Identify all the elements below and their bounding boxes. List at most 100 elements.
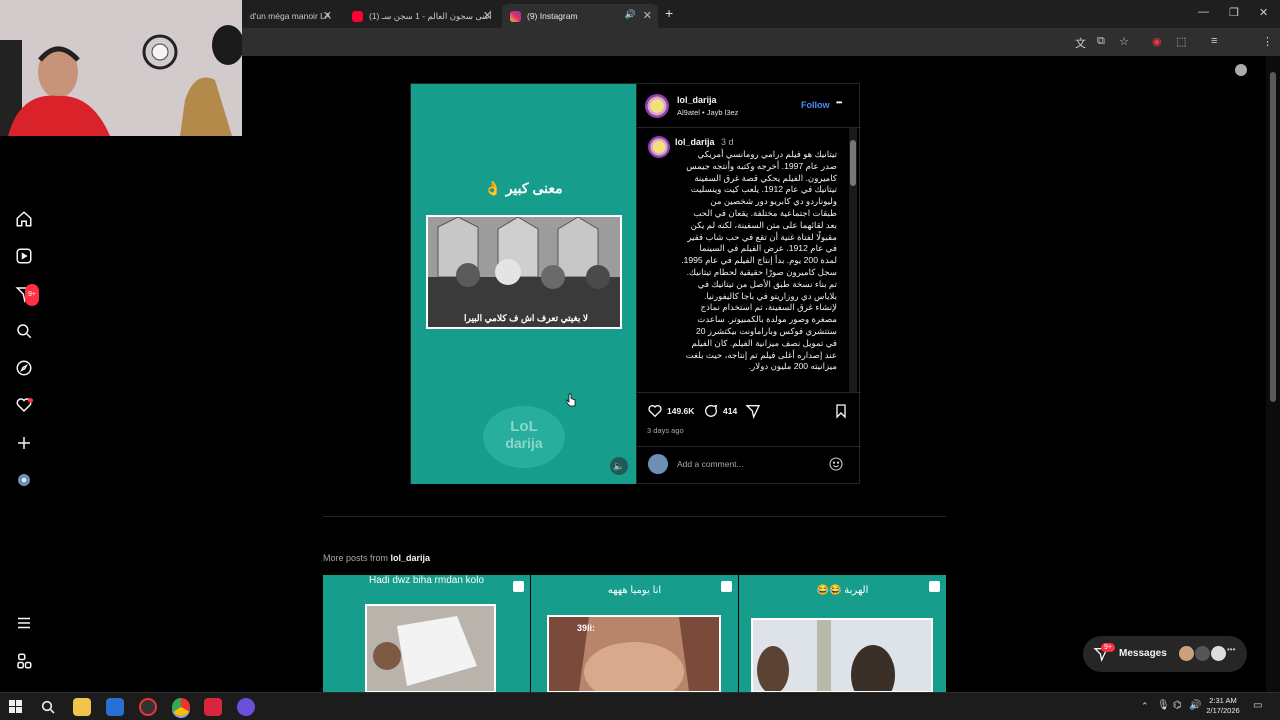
caption-line: مقبولًا لفتاة غنية أن تقع في حب شاب فقير [687,231,837,242]
volume-icon[interactable]: 🔊 [1189,700,1201,711]
caption-avatar[interactable] [648,136,670,158]
app-icon[interactable] [139,698,157,716]
new-tab-button[interactable]: + [665,5,673,21]
caption-scrollbar[interactable] [849,128,857,392]
caption-line: وليوناردو دي كابريو دور شخصين من [710,196,837,207]
nav-home-icon[interactable] [14,210,34,230]
page-scroll-thumb[interactable] [1270,72,1276,402]
caption-line: تيتانيك هو فيلم درامي رومانسي أمريكي [697,149,837,159]
clock-time: 2:31 AM [1209,696,1237,705]
extensions-puzzle-icon[interactable]: ⬚ [1176,35,1186,48]
profile-avatar-icon[interactable] [1235,64,1247,76]
tile-image [751,618,933,693]
tab-title: d'un méga manoir LA [250,11,331,21]
chrome-menu-icon[interactable]: ⋮ [1262,35,1273,48]
lol-darija-watermark-logo: LoL darija [483,406,565,468]
caption-line: بلاياس دي روزاريتو في باجا كاليفورنيا. [704,290,837,301]
bookmark-star-icon[interactable]: ☆ [1119,35,1129,48]
share-icon[interactable] [745,403,761,419]
page-scrollbar[interactable] [1266,56,1280,692]
close-window-button[interactable]: ✕ [1259,6,1268,19]
more-post-tile[interactable]: الهربة 😂😂 [739,575,946,693]
caption-scroll-thumb[interactable] [850,140,856,186]
author-username[interactable]: lol_darija [677,95,717,105]
nav-more-icon[interactable] [14,614,34,634]
mouse-cursor-icon [566,393,576,407]
nav-explore-icon[interactable] [14,359,34,379]
nav-notifications-icon[interactable] [14,396,34,416]
author-avatar[interactable] [645,94,669,118]
taskbar-search-icon[interactable] [40,699,56,715]
translate-icon[interactable]: 文 [1075,35,1086,51]
tab-close-icon[interactable]: ✕ [323,9,332,22]
browser-tab[interactable]: d'un méga manoir LA ✕ [242,4,338,28]
caption-line: مصغرة وصور مولدة بالكمبيوتر. ساعدت [697,314,837,325]
caption-line: كاميرون. الفيلم يحكي قصة غرق السفينة [694,172,837,183]
more-posts-author[interactable]: lol_darija [391,553,431,563]
caption-line: ميزانيته 200 مليون دولار. [748,361,837,372]
messages-button[interactable]: 9+ Messages ••• [1083,636,1247,672]
emoji-icon[interactable] [828,456,844,472]
save-bookmark-icon[interactable] [833,403,849,419]
nav-direct-icon[interactable]: 9+ [14,284,39,306]
network-icon[interactable]: ⌬ [1173,700,1182,711]
tab-close-icon[interactable]: ✕ [483,9,492,22]
clock[interactable]: 2:31 AM 2/17/2026 [1203,696,1243,716]
audio-playing-icon[interactable]: 🔊 [625,9,636,20]
more-posts-heading: More posts from lol_darija [323,553,430,563]
caption-line: في عام 1912. عرض الفيلم في السينما [699,243,837,254]
follow-button[interactable]: Follow [801,100,830,110]
more-post-tile[interactable]: Hadi dwz biha rmdan kolo [323,575,530,693]
post-options-icon[interactable]: ••• [836,98,842,107]
nav-search-icon[interactable] [14,322,34,342]
post-media[interactable]: معنى كبير 👌 لا بغيتي تعرف اش ف كلامي الب… [411,84,636,484]
watermark-line2: darija [505,435,543,451]
media-control-icon[interactable]: ≡ [1211,35,1217,47]
chrome-icon[interactable] [172,698,190,716]
comment-input[interactable]: Add a comment... [677,459,744,469]
post-header: lol_darija Al9atel • Jayb l3ez Follow ••… [637,84,861,128]
browser-tab[interactable]: (1) أغنى سجون العالم - 1 سجن سـ ✕ [344,4,498,28]
notifications-center-icon[interactable]: ▭ [1253,700,1262,711]
tile-title: انا يوميا هههه [607,585,662,596]
watermark-line1: LoL [510,418,538,435]
comment-count[interactable]: 414 [723,406,737,416]
nav-profile-icon[interactable] [14,471,34,491]
nav-meta-apps-icon[interactable] [14,652,34,672]
microphone-icon[interactable]: 🎙 [1157,700,1170,711]
tab-close-icon[interactable]: ✕ [643,9,652,22]
app-icon[interactable] [204,698,222,716]
post-card: معنى كبير 👌 لا بغيتي تعرف اش ف كلامي الب… [410,83,861,484]
file-explorer-icon[interactable] [73,698,91,716]
webcam-overlay [0,0,242,136]
contact-avatar [1195,646,1210,661]
comment-icon[interactable] [703,403,719,419]
media-title: معنى كبير 👌 [484,180,563,196]
nav-reels-icon[interactable] [14,247,34,267]
browser-tab-active[interactable]: (9) Instagram 🔊 ✕ [502,4,658,28]
instagram-favicon-icon [510,10,521,22]
tray-chevron-icon[interactable]: ⌃ [1141,701,1149,712]
restore-button[interactable]: ❐ [1229,6,1239,19]
tile-title: Hadi dwz biha rmdan kolo [368,575,485,586]
caption-text: تيتانيك هو فيلم درامي رومانسي أمريكي صدر … [671,149,837,373]
notification-dot [28,398,33,403]
like-count[interactable]: 149.6K [667,406,694,416]
caption-author[interactable]: lol_darija [675,137,715,147]
audio-attribution[interactable]: Al9atel • Jayb l3ez [677,108,738,117]
windows-start-icon[interactable] [9,700,23,714]
caption-line: تم بناء نسخة طبق الأصل من تيتانيك في [697,278,837,289]
more-post-tile[interactable]: انا يوميا هههه 39li: [531,575,738,693]
nav-create-icon[interactable] [14,434,34,454]
mute-toggle-icon[interactable]: 🔈 [610,457,628,475]
microsoft-store-icon[interactable] [106,698,124,716]
caption-line: سجل كاميرون صورًا حقيقية لحطام تيتانيك. [686,266,837,277]
caption-line: بعد لقائهما على متن السفينة، لكنه لم يكن [690,219,837,230]
app-icon[interactable] [237,698,255,716]
webcam-person-image [0,0,242,136]
install-app-icon[interactable]: ⧉ [1097,35,1105,48]
minimize-button[interactable]: — [1198,6,1209,18]
extension-icon[interactable]: ◉ [1152,35,1162,48]
direct-badge: 9+ [25,284,39,306]
like-heart-icon[interactable] [647,403,663,419]
